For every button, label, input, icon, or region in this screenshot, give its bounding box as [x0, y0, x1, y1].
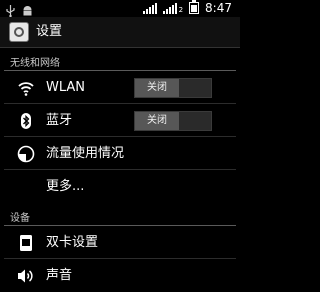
- sim2-label: 2: [178, 5, 184, 14]
- clock: 8:47: [205, 1, 232, 15]
- section-label: 无线和网络: [10, 58, 60, 69]
- status-bar: 2 8:47: [0, 0, 240, 18]
- bluetooth-icon: [17, 112, 35, 130]
- section-header-wireless: 无线和网络: [0, 49, 240, 71]
- data-usage-item[interactable]: 流量使用情况: [0, 137, 240, 170]
- title-bar: 设置: [0, 17, 240, 48]
- sound-label: 声音: [46, 268, 73, 283]
- data-usage-label: 流量使用情况: [46, 146, 125, 161]
- wlan-toggle[interactable]: 关闭: [134, 78, 212, 98]
- wlan-label: WLAN: [46, 80, 86, 95]
- section-header-device: 设备: [0, 204, 240, 226]
- system-icons: 2 8:47: [142, 0, 232, 15]
- more-label: 更多...: [46, 179, 85, 194]
- dual-sim-label: 双卡设置: [46, 235, 99, 250]
- settings-app-icon[interactable]: [9, 22, 29, 42]
- sound-item[interactable]: 声音: [0, 259, 240, 292]
- section-label: 设备: [10, 213, 30, 224]
- dual-sim-icon: [17, 234, 35, 252]
- data-usage-icon: [17, 145, 35, 163]
- bluetooth-label: 蓝牙: [46, 113, 73, 128]
- bluetooth-toggle[interactable]: 关闭: [134, 111, 212, 131]
- wifi-icon: [17, 79, 35, 97]
- more-item[interactable]: 更多...: [0, 170, 240, 203]
- sim2-signal-icon: 2: [162, 2, 184, 14]
- battery-icon: [189, 0, 200, 14]
- wlan-item[interactable]: WLAN 关闭: [0, 71, 240, 104]
- bluetooth-toggle-state: 关闭: [135, 112, 179, 130]
- row-divider: [4, 202, 236, 203]
- sound-icon: [17, 267, 35, 285]
- wlan-toggle-state: 关闭: [135, 79, 179, 97]
- dual-sim-item[interactable]: 双卡设置: [0, 226, 240, 259]
- signal-icon: [142, 2, 157, 14]
- bluetooth-item[interactable]: 蓝牙 关闭: [0, 104, 240, 137]
- page-title: 设置: [36, 24, 63, 39]
